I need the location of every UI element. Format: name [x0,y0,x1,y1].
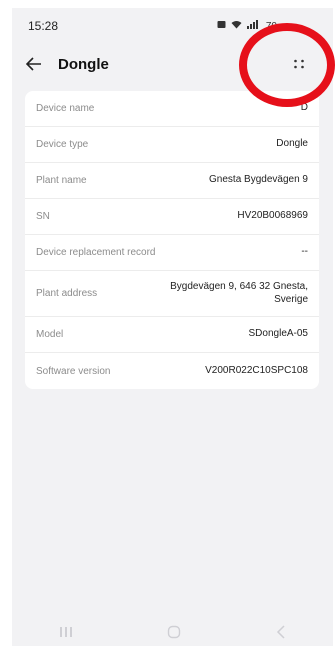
value-plant-name: Gnesta Bygdevägen 9 [209,174,308,186]
row-replacement-record[interactable]: Device replacement record -- [25,235,319,271]
recent-apps-icon[interactable] [59,626,73,641]
label-plant-address: Plant address [36,288,98,299]
page-title: Dongle [58,55,109,73]
more-dots-icon[interactable] [287,52,311,76]
row-device-name: Device name D [25,91,319,127]
value-software-version: V200R022C10SPC108 [205,364,308,376]
system-nav-bar [12,620,333,646]
status-icons: 70 [217,20,277,32]
label-device-name: Device name [36,103,95,114]
row-sn: SN HV20B0068969 [25,199,319,235]
row-model: Model SDongleA-05 [25,317,319,353]
row-plant-name: Plant name Gnesta Bygdevägen 9 [25,163,319,199]
value-device-type: Dongle [276,138,308,150]
phone-screen: 15:28 70 Dongle Device name D Device typ… [12,8,333,646]
home-icon[interactable] [167,625,181,642]
status-bar: 15:28 70 [12,8,333,44]
battery-text: 70 [265,20,277,32]
value-model: SDongleA-05 [248,328,308,340]
value-sn: HV20B0068969 [237,210,308,222]
label-software-version: Software version [36,365,111,377]
value-device-name: D [300,102,308,114]
label-plant-name: Plant name [36,175,87,186]
label-device-type: Device type [36,139,89,150]
back-nav-icon[interactable] [276,624,286,642]
wifi-icon [231,20,242,32]
signal-icon [246,20,261,32]
row-plant-address: Plant address Bygdevägen 9, 646 32 Gnest… [25,271,319,317]
value-replacement-record: -- [301,246,308,258]
row-device-type: Device type Dongle [25,127,319,163]
app-header: Dongle [12,48,333,80]
value-plant-address: Bygdevägen 9, 646 32 Gnesta, Sverige [170,281,308,305]
row-software-version: Software version V200R022C10SPC108 [25,353,319,389]
device-info-card: Device name D Device type Dongle Plant n… [25,91,319,389]
status-time: 15:28 [28,19,59,33]
label-sn: SN [36,211,50,222]
arrow-left-icon[interactable] [24,54,44,74]
notification-icon [217,20,226,32]
label-replacement-record: Device replacement record [36,247,156,258]
label-model: Model [36,329,64,340]
